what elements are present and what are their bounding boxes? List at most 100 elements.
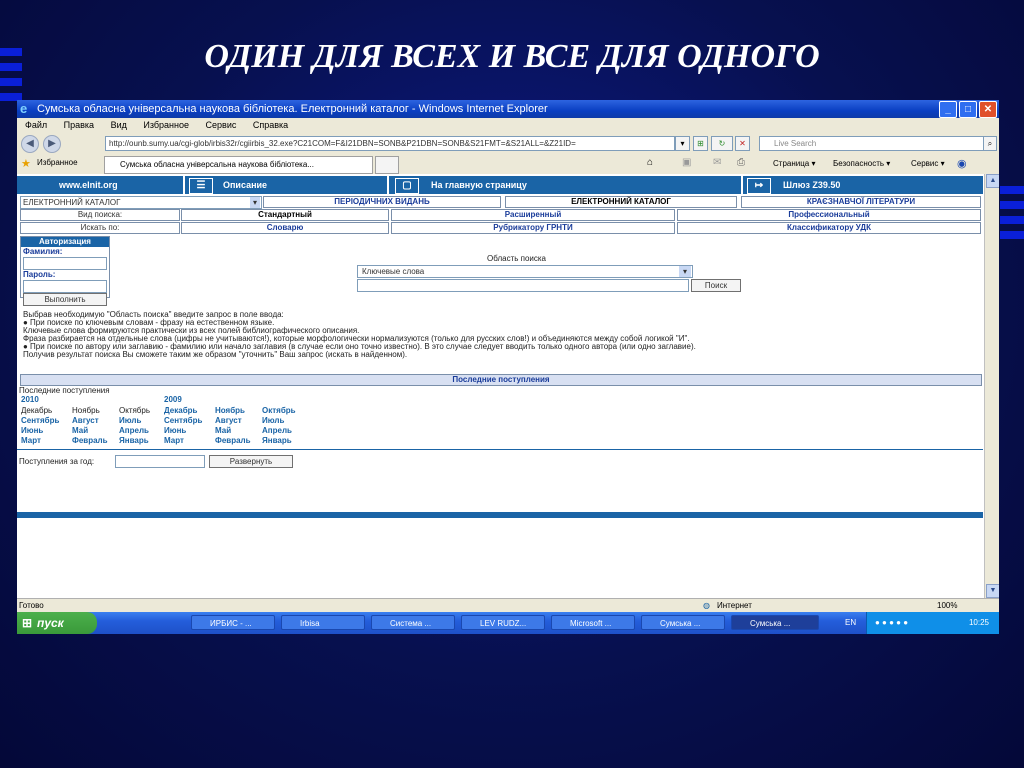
month-link[interactable]: Декабрь <box>21 406 52 415</box>
refresh-icon[interactable]: ↻ <box>711 136 733 151</box>
search-type-standard[interactable]: Стандартный <box>181 209 389 221</box>
menu-edit[interactable]: Правка <box>64 120 94 130</box>
gateway-link[interactable]: Шлюз Z39.50 <box>783 176 840 194</box>
month-link[interactable]: Ноябрь <box>72 406 100 415</box>
start-button[interactable]: ⊞ пуск <box>17 612 97 634</box>
month-link[interactable]: Июль <box>262 416 284 425</box>
month-link[interactable]: Май <box>72 426 88 435</box>
scroll-down-icon[interactable]: ▼ <box>986 584 999 598</box>
month-link[interactable]: Март <box>21 436 41 445</box>
scrollbar[interactable]: ▲ ▼ <box>984 174 999 598</box>
tab-local-lore[interactable]: КРАЄЗНАВЧОЇ ЛІТЕРАТУРИ <box>741 196 981 208</box>
taskbar-item[interactable]: Irbisa <box>281 615 365 630</box>
month-link[interactable]: Апрель <box>119 426 149 435</box>
year-2009[interactable]: 2009 <box>164 395 182 404</box>
tab-periodicals[interactable]: ПЕРІОДИЧНИХ ВИДАНЬ <box>263 196 501 208</box>
month-link[interactable]: Апрель <box>262 426 292 435</box>
menu-view[interactable]: Вид <box>111 120 127 130</box>
month-link[interactable]: Ноябрь <box>215 406 245 415</box>
stop-icon[interactable]: ✕ <box>735 136 750 151</box>
month-link[interactable]: Сентябрь <box>21 416 59 425</box>
search-button[interactable]: Поиск <box>691 279 741 292</box>
taskbar-item[interactable]: ИРБИС - ... <box>191 615 275 630</box>
month-link[interactable]: Октябрь <box>119 406 150 415</box>
minimize-button[interactable]: _ <box>939 101 957 118</box>
search-icon[interactable]: ⌕ <box>983 136 997 151</box>
home-link[interactable]: На главную страницу <box>431 176 527 194</box>
home-icon[interactable]: ⌂ <box>647 157 653 168</box>
favorites-button[interactable]: Избранное <box>37 158 78 167</box>
chevron-down-icon: ▾ <box>250 197 260 208</box>
menu-tools[interactable]: Сервис <box>206 120 237 130</box>
expand-button[interactable]: Развернуть <box>209 455 293 468</box>
tab-electronic-catalog[interactable]: ЕЛЕКТРОННИЙ КАТАЛОГ <box>505 196 737 208</box>
month-link[interactable]: Февраль <box>72 436 108 445</box>
search-in-udc[interactable]: Классификатору УДК <box>677 222 981 234</box>
month-link[interactable]: Июнь <box>164 426 186 435</box>
month-link[interactable]: Август <box>215 416 242 425</box>
month-link[interactable]: Сентябрь <box>164 416 202 425</box>
page-menu[interactable]: Страница ▾ <box>773 159 816 168</box>
print-icon[interactable]: ⎙ <box>737 157 745 168</box>
taskbar-item-active[interactable]: Сумська ... <box>731 615 819 630</box>
home-square-icon[interactable]: ▢ <box>395 178 419 194</box>
search-type-extended[interactable]: Расширенный <box>391 209 675 221</box>
live-search-input[interactable]: Live Search <box>759 136 985 151</box>
taskbar-item[interactable]: Microsoft ... <box>551 615 635 630</box>
scroll-up-icon[interactable]: ▲ <box>986 174 999 188</box>
login-button[interactable]: Выполнить <box>23 293 107 306</box>
month-link[interactable]: Август <box>72 416 99 425</box>
month-link[interactable]: Июль <box>119 416 141 425</box>
compat-icon[interactable]: ⊞ <box>693 136 708 151</box>
search-in-rubricator[interactable]: Рубрикатору ГРНТИ <box>391 222 675 234</box>
star-icon[interactable]: ★ <box>21 157 31 170</box>
year-2010[interactable]: 2010 <box>21 395 39 404</box>
forward-button[interactable]: ▶ <box>43 135 61 153</box>
year-input[interactable] <box>115 455 205 468</box>
search-area-select[interactable]: Ключевые слова ▾ <box>357 265 693 278</box>
status-text: Готово <box>19 601 44 610</box>
language-indicator[interactable]: EN <box>845 612 856 634</box>
zoom-text[interactable]: 100% <box>937 599 957 613</box>
menu-icon[interactable]: ☰ <box>189 178 213 194</box>
surname-field[interactable] <box>23 257 107 270</box>
taskbar-item[interactable]: Сумська ... <box>641 615 725 630</box>
menu-help[interactable]: Справка <box>253 120 288 130</box>
month-link[interactable]: Январь <box>262 436 292 445</box>
close-button[interactable]: ✕ <box>979 101 997 118</box>
month-link[interactable]: Май <box>215 426 231 435</box>
recent-label: Последние поступления <box>19 386 110 395</box>
menu-file[interactable]: Файл <box>25 120 47 130</box>
tray-icons[interactable]: ● ● ● ● ● <box>875 612 908 634</box>
month-link[interactable]: Февраль <box>215 436 251 445</box>
month-link[interactable]: Октябрь <box>262 406 296 415</box>
title-bar[interactable]: e Сумська обласна універсальна наукова б… <box>17 100 999 118</box>
url-dropdown-icon[interactable]: ▾ <box>675 136 690 151</box>
month-link[interactable]: Январь <box>119 436 149 445</box>
mail-icon[interactable]: ✉ <box>713 157 721 168</box>
site-link[interactable]: www.elnit.org <box>59 176 118 194</box>
taskbar-item[interactable]: Система ... <box>371 615 455 630</box>
password-field[interactable] <box>23 280 107 293</box>
maximize-button[interactable]: □ <box>959 101 977 118</box>
month-link[interactable]: Декабрь <box>164 406 197 415</box>
search-in-dictionary[interactable]: Словарю <box>181 222 389 234</box>
browser-tab[interactable]: Сумська обласна універсальна наукова біб… <box>104 156 373 174</box>
catalog-select[interactable]: ЕЛЕКТРОННИЙ КАТАЛОГ ▾ <box>20 196 262 209</box>
feeds-icon[interactable]: ▣ <box>682 157 691 168</box>
search-input[interactable] <box>357 279 689 292</box>
taskbar-item[interactable]: LEV RUDZ... <box>461 615 545 630</box>
search-type-professional[interactable]: Профессиональный <box>677 209 981 221</box>
month-link[interactable]: Июнь <box>21 426 43 435</box>
description-link[interactable]: Описание <box>223 176 267 194</box>
tools-menu[interactable]: Сервис ▾ <box>911 159 945 168</box>
back-button[interactable]: ◀ <box>21 135 39 153</box>
help-icon[interactable]: ◉ <box>957 157 967 170</box>
gateway-arrow-icon[interactable]: ↦ <box>747 178 771 194</box>
security-menu[interactable]: Безопасность ▾ <box>833 159 890 168</box>
url-input[interactable]: http://ounb.sumy.ua/cgi-glob/irbis32r/cg… <box>105 136 675 151</box>
menu-favorites[interactable]: Избранное <box>143 120 189 130</box>
month-link[interactable]: Март <box>164 436 184 445</box>
new-tab-button[interactable] <box>375 156 399 174</box>
clock[interactable]: 10:25 <box>969 612 989 634</box>
